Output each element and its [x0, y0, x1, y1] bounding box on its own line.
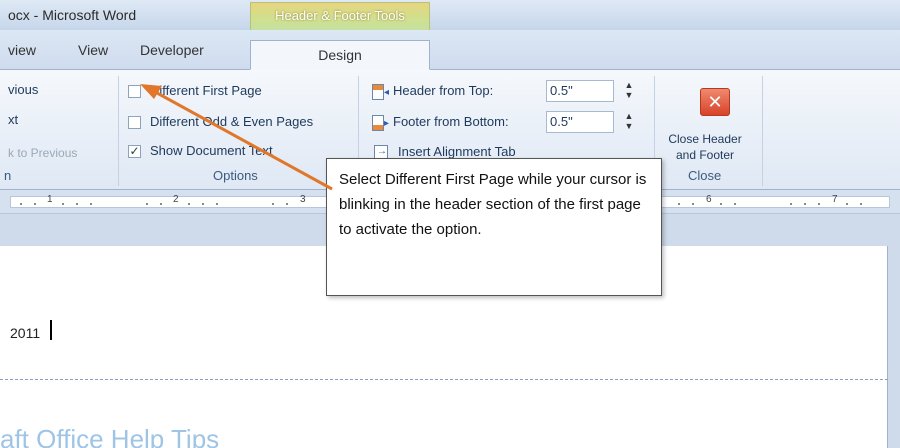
arrow-head: [140, 84, 162, 99]
arrow-line: [147, 86, 333, 191]
pointer-arrow: [140, 84, 333, 191]
